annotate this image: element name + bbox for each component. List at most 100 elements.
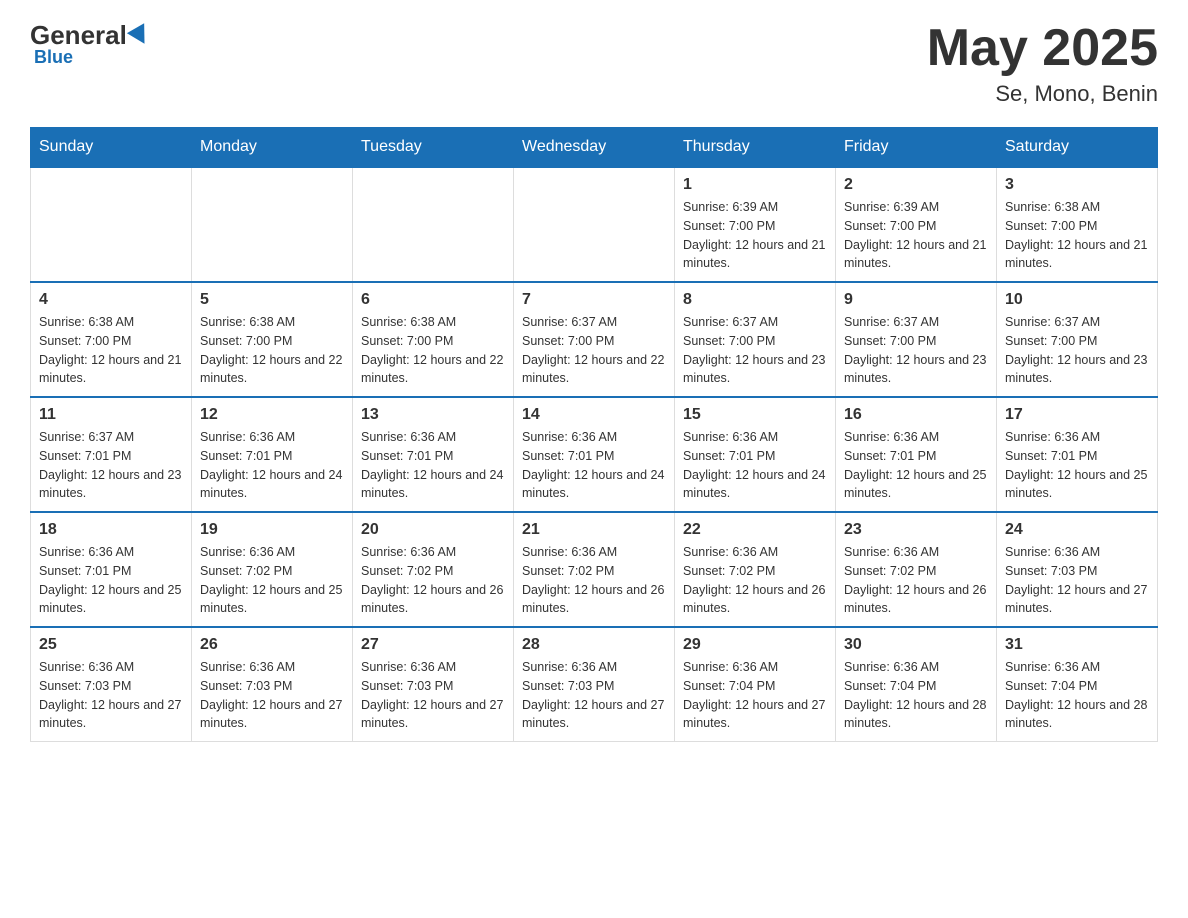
calendar-cell: 9 Sunrise: 6:37 AMSunset: 7:00 PMDaylight… [836, 282, 997, 397]
calendar-header-row: SundayMondayTuesdayWednesdayThursdayFrid… [31, 128, 1158, 168]
calendar-cell: 27Sunrise: 6:36 AMSunset: 7:03 PMDayligh… [353, 627, 514, 742]
day-number: 22 [683, 521, 827, 539]
day-number: 12 [200, 406, 344, 424]
calendar-cell: 4 Sunrise: 6:38 AMSunset: 7:00 PMDaylight… [31, 282, 192, 397]
title-section: May 2025 Se, Mono, Benin [927, 20, 1158, 107]
calendar-week-row: 4 Sunrise: 6:38 AMSunset: 7:00 PMDaylight… [31, 282, 1158, 397]
calendar-cell: 8Sunrise: 6:37 AMSunset: 7:00 PMDaylight… [675, 282, 836, 397]
calendar-cell: 17 Sunrise: 6:36 AMSunset: 7:01 PMDayligh… [997, 397, 1158, 512]
day-number: 16 [844, 406, 988, 424]
calendar-cell: 7 Sunrise: 6:37 AMSunset: 7:00 PMDaylight… [514, 282, 675, 397]
day-number: 24 [1005, 521, 1149, 539]
day-info: Sunrise: 6:36 AMSunset: 7:04 PMDaylight:… [683, 658, 827, 733]
calendar-cell: 3 Sunrise: 6:38 AMSunset: 7:00 PMDaylight… [997, 167, 1158, 282]
day-number: 3 [1005, 176, 1149, 194]
calendar-cell: 23Sunrise: 6:36 AMSunset: 7:02 PMDayligh… [836, 512, 997, 627]
day-number: 13 [361, 406, 505, 424]
day-info: Sunrise: 6:36 AMSunset: 7:03 PMDaylight:… [39, 658, 183, 733]
day-info: Sunrise: 6:39 AMSunset: 7:00 PMDaylight:… [683, 198, 827, 273]
day-info: Sunrise: 6:39 AMSunset: 7:00 PMDaylight:… [844, 198, 988, 273]
logo-triangle-icon [127, 23, 153, 49]
location-title: Se, Mono, Benin [927, 81, 1158, 107]
calendar-cell [353, 167, 514, 282]
calendar-cell [514, 167, 675, 282]
calendar-cell: 22 Sunrise: 6:36 AMSunset: 7:02 PMDayligh… [675, 512, 836, 627]
day-number: 19 [200, 521, 344, 539]
weekday-header-friday: Friday [836, 128, 997, 168]
day-info: Sunrise: 6:38 AMSunset: 7:00 PMDaylight:… [200, 313, 344, 388]
day-number: 10 [1005, 291, 1149, 309]
month-title: May 2025 [927, 20, 1158, 77]
calendar-cell: 20 Sunrise: 6:36 AMSunset: 7:02 PMDayligh… [353, 512, 514, 627]
day-number: 25 [39, 636, 183, 654]
calendar-cell: 30Sunrise: 6:36 AMSunset: 7:04 PMDayligh… [836, 627, 997, 742]
calendar-cell: 6 Sunrise: 6:38 AMSunset: 7:00 PMDaylight… [353, 282, 514, 397]
day-number: 23 [844, 521, 988, 539]
day-number: 18 [39, 521, 183, 539]
day-number: 11 [39, 406, 183, 424]
day-info: Sunrise: 6:37 AMSunset: 7:00 PMDaylight:… [1005, 313, 1149, 388]
calendar-cell: 18 Sunrise: 6:36 AMSunset: 7:01 PMDayligh… [31, 512, 192, 627]
day-info: Sunrise: 6:36 AMSunset: 7:01 PMDaylight:… [683, 428, 827, 503]
logo-blue: Blue [34, 47, 73, 68]
day-info: Sunrise: 6:37 AMSunset: 7:01 PMDaylight:… [39, 428, 183, 503]
day-info: Sunrise: 6:36 AMSunset: 7:03 PMDaylight:… [522, 658, 666, 733]
day-info: Sunrise: 6:36 AMSunset: 7:02 PMDaylight:… [522, 543, 666, 618]
day-number: 4 [39, 291, 183, 309]
day-info: Sunrise: 6:38 AMSunset: 7:00 PMDaylight:… [39, 313, 183, 388]
calendar-table: SundayMondayTuesdayWednesdayThursdayFrid… [30, 127, 1158, 742]
calendar-cell: 25 Sunrise: 6:36 AMSunset: 7:03 PMDayligh… [31, 627, 192, 742]
day-number: 1 [683, 176, 827, 194]
calendar-cell: 10 Sunrise: 6:37 AMSunset: 7:00 PMDayligh… [997, 282, 1158, 397]
calendar-cell: 29 Sunrise: 6:36 AMSunset: 7:04 PMDayligh… [675, 627, 836, 742]
day-info: Sunrise: 6:36 AMSunset: 7:02 PMDaylight:… [361, 543, 505, 618]
day-info: Sunrise: 6:36 AMSunset: 7:03 PMDaylight:… [1005, 543, 1149, 618]
day-info: Sunrise: 6:36 AMSunset: 7:01 PMDaylight:… [1005, 428, 1149, 503]
weekday-header-thursday: Thursday [675, 128, 836, 168]
day-info: Sunrise: 6:36 AMSunset: 7:04 PMDaylight:… [1005, 658, 1149, 733]
day-number: 29 [683, 636, 827, 654]
day-number: 31 [1005, 636, 1149, 654]
day-number: 20 [361, 521, 505, 539]
day-number: 7 [522, 291, 666, 309]
calendar-cell: 15Sunrise: 6:36 AMSunset: 7:01 PMDayligh… [675, 397, 836, 512]
day-number: 6 [361, 291, 505, 309]
day-info: Sunrise: 6:38 AMSunset: 7:00 PMDaylight:… [1005, 198, 1149, 273]
calendar-week-row: 1 Sunrise: 6:39 AMSunset: 7:00 PMDaylight… [31, 167, 1158, 282]
page-header: General Blue May 2025 Se, Mono, Benin [30, 20, 1158, 107]
calendar-cell: 16Sunrise: 6:36 AMSunset: 7:01 PMDayligh… [836, 397, 997, 512]
day-number: 2 [844, 176, 988, 194]
day-number: 17 [1005, 406, 1149, 424]
calendar-cell: 2 Sunrise: 6:39 AMSunset: 7:00 PMDaylight… [836, 167, 997, 282]
calendar-cell: 26Sunrise: 6:36 AMSunset: 7:03 PMDayligh… [192, 627, 353, 742]
calendar-cell: 24 Sunrise: 6:36 AMSunset: 7:03 PMDayligh… [997, 512, 1158, 627]
calendar-cell: 12 Sunrise: 6:36 AMSunset: 7:01 PMDayligh… [192, 397, 353, 512]
day-number: 28 [522, 636, 666, 654]
day-number: 21 [522, 521, 666, 539]
day-info: Sunrise: 6:36 AMSunset: 7:01 PMDaylight:… [39, 543, 183, 618]
day-number: 14 [522, 406, 666, 424]
calendar-cell: 19 Sunrise: 6:36 AMSunset: 7:02 PMDayligh… [192, 512, 353, 627]
day-info: Sunrise: 6:36 AMSunset: 7:03 PMDaylight:… [361, 658, 505, 733]
day-info: Sunrise: 6:37 AMSunset: 7:00 PMDaylight:… [522, 313, 666, 388]
day-number: 9 [844, 291, 988, 309]
calendar-cell: 28 Sunrise: 6:36 AMSunset: 7:03 PMDayligh… [514, 627, 675, 742]
day-info: Sunrise: 6:36 AMSunset: 7:02 PMDaylight:… [683, 543, 827, 618]
calendar-cell: 1 Sunrise: 6:39 AMSunset: 7:00 PMDaylight… [675, 167, 836, 282]
calendar-cell: 5Sunrise: 6:38 AMSunset: 7:00 PMDaylight… [192, 282, 353, 397]
calendar-cell [192, 167, 353, 282]
weekday-header-sunday: Sunday [31, 128, 192, 168]
weekday-header-tuesday: Tuesday [353, 128, 514, 168]
calendar-week-row: 11 Sunrise: 6:37 AMSunset: 7:01 PMDayligh… [31, 397, 1158, 512]
day-info: Sunrise: 6:37 AMSunset: 7:00 PMDaylight:… [844, 313, 988, 388]
day-info: Sunrise: 6:36 AMSunset: 7:02 PMDaylight:… [200, 543, 344, 618]
day-info: Sunrise: 6:36 AMSunset: 7:01 PMDaylight:… [361, 428, 505, 503]
day-info: Sunrise: 6:38 AMSunset: 7:00 PMDaylight:… [361, 313, 505, 388]
day-info: Sunrise: 6:36 AMSunset: 7:03 PMDaylight:… [200, 658, 344, 733]
weekday-header-monday: Monday [192, 128, 353, 168]
calendar-cell: 21 Sunrise: 6:36 AMSunset: 7:02 PMDayligh… [514, 512, 675, 627]
day-info: Sunrise: 6:36 AMSunset: 7:01 PMDaylight:… [200, 428, 344, 503]
weekday-header-wednesday: Wednesday [514, 128, 675, 168]
day-info: Sunrise: 6:36 AMSunset: 7:04 PMDaylight:… [844, 658, 988, 733]
day-info: Sunrise: 6:36 AMSunset: 7:01 PMDaylight:… [522, 428, 666, 503]
